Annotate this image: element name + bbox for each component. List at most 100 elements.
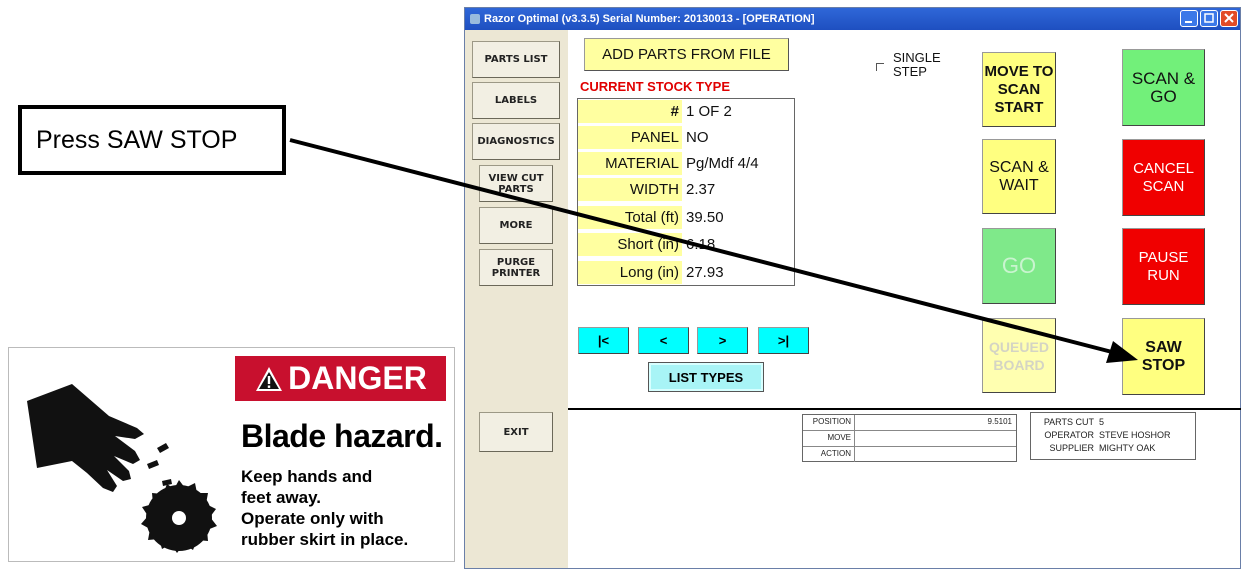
sidebar-exit-button[interactable]: EXIT: [479, 412, 553, 452]
status-row: MOVE: [803, 431, 1016, 447]
danger-instructions: Keep hands and feet away. Operate only w…: [241, 466, 408, 550]
nav-last-button[interactable]: >|: [758, 327, 809, 354]
button-line: PAUSE: [1138, 248, 1189, 266]
danger-headline: Blade hazard.: [241, 418, 443, 454]
parts-info-label: PARTS CUT: [1043, 417, 1094, 427]
stock-info-table: #1 OF 2 PANEL NO MATERIAL Pg/Mdf 4/4 WIDTH…: [577, 98, 795, 286]
hand-icon: [27, 384, 144, 492]
sidebar: PARTS LIST LABELS DIAGNOSTICS VIEW CUT P…: [465, 30, 568, 568]
button-line: MOVE TO: [984, 62, 1054, 80]
status-row: POSITION 9.5101: [803, 415, 1016, 431]
stock-row: PANEL NO: [578, 126, 794, 149]
stock-value: Pg/Mdf 4/4: [686, 155, 759, 172]
button-line: QUEUED: [989, 338, 1049, 355]
stock-value: 2.37: [686, 181, 716, 198]
stock-key: Total (ft): [578, 206, 682, 229]
parts-info-row: SUPPLIER MIGHTY OAK: [1031, 442, 1195, 455]
status-row: ACTION: [803, 447, 1016, 462]
danger-banner-text: DANGER: [288, 360, 427, 396]
danger-sign: DANGER Blade hazard. Keep hands and feet…: [8, 347, 455, 562]
parts-info-value: MIGHTY OAK: [1099, 443, 1156, 453]
window-title: Razor Optimal (v3.3.5) Serial Number: 20…: [484, 13, 815, 25]
stock-key: Long (in): [578, 261, 682, 284]
danger-line: Keep hands and: [241, 467, 373, 486]
app-icon: [470, 14, 480, 24]
blade-hazard-illustration: [27, 384, 217, 553]
danger-banner: DANGER: [235, 356, 446, 401]
parts-info-value: STEVE HOSHOR: [1099, 430, 1171, 440]
stock-value: 27.93: [686, 264, 724, 281]
button-line: SCAN &: [989, 158, 1049, 176]
title-bar: Razor Optimal (v3.3.5) Serial Number: 20…: [465, 8, 1240, 30]
button-line: BOARD: [993, 356, 1045, 373]
minimize-button[interactable]: [1180, 10, 1198, 27]
close-icon: [1224, 13, 1234, 23]
button-line: CANCEL: [1133, 159, 1194, 177]
single-step-label: SINGLE STEP: [893, 51, 941, 79]
minimize-icon: [1185, 21, 1192, 23]
close-button[interactable]: [1220, 10, 1238, 27]
nav-first-button[interactable]: |<: [578, 327, 629, 354]
list-types-button[interactable]: LIST TYPES: [648, 362, 764, 392]
status-label: MOVE: [803, 431, 855, 446]
button-line: SAW: [1145, 338, 1182, 356]
status-label: ACTION: [803, 447, 855, 462]
stock-key: Short (in): [578, 233, 682, 256]
danger-line: Operate only with: [241, 509, 384, 528]
parts-info-row: PARTS CUT 5: [1031, 416, 1195, 429]
go-button[interactable]: GO: [982, 228, 1056, 304]
saw-blade-icon: [141, 443, 217, 553]
sidebar-more-button[interactable]: MORE: [479, 207, 553, 244]
queued-board-button[interactable]: QUEUED BOARD: [982, 318, 1056, 393]
stock-row: Total (ft) 39.50: [578, 206, 794, 229]
button-line: GO: [1150, 86, 1177, 106]
current-stock-type-title: CURRENT STOCK TYPE: [580, 79, 730, 94]
sidebar-labels-button[interactable]: LABELS: [472, 82, 560, 119]
status-label: POSITION: [803, 415, 855, 430]
pause-run-button[interactable]: PAUSE RUN: [1122, 228, 1205, 305]
parts-info-label: OPERATOR: [1044, 430, 1094, 440]
warning-triangle-icon: [256, 366, 283, 391]
stock-row: WIDTH 2.37: [578, 178, 794, 201]
move-to-scan-start-button[interactable]: MOVE TO SCAN START: [982, 52, 1056, 127]
status-table: POSITION 9.5101 MOVE ACTION: [802, 414, 1017, 462]
stock-value: 1 OF 2: [686, 103, 732, 120]
add-parts-from-file-button[interactable]: ADD PARTS FROM FILE: [584, 38, 789, 71]
stock-row: MATERIAL Pg/Mdf 4/4: [578, 152, 794, 175]
sidebar-view-cut-parts-button[interactable]: VIEW CUT PARTS: [479, 165, 553, 202]
maximize-icon: [1204, 13, 1214, 23]
button-line: STOP: [1141, 356, 1186, 374]
parts-info-value: 5: [1099, 417, 1105, 427]
danger-line: feet away.: [241, 488, 322, 507]
stock-key: PANEL: [578, 126, 682, 149]
cancel-scan-button[interactable]: CANCEL SCAN: [1122, 139, 1205, 216]
button-line: WAIT: [999, 176, 1039, 194]
parts-info-box: PARTS CUT 5 OPERATOR STEVE HOSHOR SUPPLIER…: [1030, 412, 1196, 460]
callout-text: Press SAW STOP: [36, 125, 238, 154]
scan-and-go-button[interactable]: SCAN & GO: [1122, 49, 1205, 126]
scan-and-wait-button[interactable]: SCAN & WAIT: [982, 139, 1056, 214]
checkbox-icon[interactable]: [876, 63, 884, 71]
parts-info-label: SUPPLIER: [1049, 443, 1094, 453]
saw-stop-button[interactable]: SAW STOP: [1122, 318, 1205, 395]
button-line: START: [994, 98, 1044, 116]
button-line: SCAN: [997, 80, 1041, 98]
callout-press-saw-stop: Press SAW STOP: [18, 105, 286, 175]
single-step-line: STEP: [893, 64, 927, 79]
button-line: SCAN &: [1131, 68, 1196, 88]
nav-prev-button[interactable]: <: [638, 327, 689, 354]
maximize-button[interactable]: [1200, 10, 1218, 27]
stock-value: 6.18: [686, 236, 716, 253]
stock-value: 39.50: [686, 209, 724, 226]
button-line: RUN: [1147, 266, 1180, 284]
danger-line: rubber skirt in place.: [241, 530, 409, 549]
stock-value: NO: [686, 129, 709, 146]
sidebar-purge-printer-button[interactable]: PURGE PRINTER: [479, 249, 553, 286]
parts-info-row: OPERATOR STEVE HOSHOR: [1031, 429, 1195, 442]
sidebar-diagnostics-button[interactable]: DIAGNOSTICS: [472, 123, 560, 160]
status-value: 9.5101: [987, 417, 1012, 426]
nav-next-button[interactable]: >: [697, 327, 748, 354]
sidebar-parts-list-button[interactable]: PARTS LIST: [472, 41, 560, 78]
button-line: SCAN: [1142, 177, 1185, 195]
stock-key: WIDTH: [578, 178, 682, 201]
